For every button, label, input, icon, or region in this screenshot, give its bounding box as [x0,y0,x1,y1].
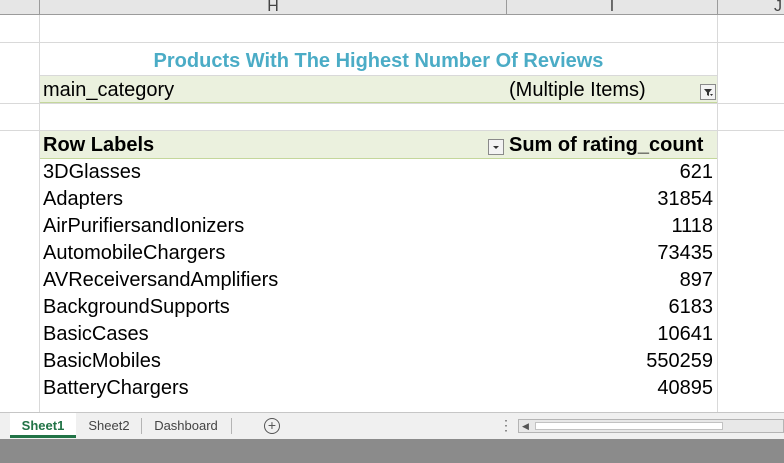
table-row-partial [40,402,717,410]
row-label: BasicMobiles [43,350,161,372]
row-label: BatteryChargers [43,377,189,399]
row-label: AutomobileChargers [43,242,226,264]
column-header-i[interactable]: I [507,0,717,15]
filter-button[interactable] [700,84,716,100]
filter-field-label: main_category [43,79,175,101]
table-row[interactable]: AirPurifiersandIonizers 1118 [40,213,717,240]
tab-sheet2[interactable]: Sheet2 [80,413,138,438]
filter-value: (Multiple Items) [509,79,646,101]
pivot-filter-row[interactable]: main_category (Multiple Items) [40,75,717,103]
sheet-tab-bar: Sheet1 Sheet2 Dashboard + ⋮ ◀ [0,412,784,439]
column-header-j[interactable]: J [718,0,784,15]
row-value: 621 [679,161,713,183]
status-bar [0,439,784,463]
row-label: BackgroundSupports [43,296,230,318]
row-label: AVReceiversandAmplifiers [43,269,279,291]
row-value: 31854 [657,188,713,210]
table-row[interactable]: Adapters 31854 [40,186,717,213]
filter-funnel-icon [704,89,713,96]
pivot-header-row: Row Labels Sum of rating_count [40,131,717,159]
horizontal-scrollbar[interactable]: ◀ [518,419,784,433]
tab-sheet1[interactable]: Sheet1 [10,413,76,438]
row-value: 73435 [657,242,713,264]
table-row[interactable]: AVReceiversandAmplifiers 897 [40,267,717,294]
column-divider [39,0,40,15]
row-value: 40895 [657,377,713,399]
row-label: BasicCases [43,323,149,345]
row-value: 1118 [671,215,713,237]
column-header-bar: H I J [0,0,784,15]
row-label: Adapters [43,188,124,210]
more-options-icon[interactable]: ⋮ [499,417,513,433]
gridline-horizontal [0,42,784,43]
row-value: 6183 [668,296,714,318]
gridline-vertical [717,15,718,412]
add-sheet-icon[interactable]: + [264,418,280,434]
row-value: 10641 [657,323,713,345]
table-row[interactable]: BasicMobiles 550259 [40,348,717,375]
chevron-down-icon [493,146,499,149]
column-header-h[interactable]: H [40,0,506,15]
scroll-left-icon[interactable]: ◀ [522,422,529,431]
table-row[interactable]: BackgroundSupports 6183 [40,294,717,321]
row-labels-header: Row Labels [43,134,155,156]
tab-divider [141,418,142,434]
pivot-title: Products With The Highest Number Of Revi… [153,50,604,72]
table-row[interactable]: BasicCases 10641 [40,321,717,348]
scrollbar-thumb[interactable] [535,422,723,430]
row-label: AirPurifiersandIonizers [43,215,245,237]
tab-divider [231,418,232,434]
row-value: 897 [679,269,713,291]
table-row[interactable]: BatteryChargers 40895 [40,375,717,402]
row-labels-dropdown-button[interactable] [488,139,504,155]
table-row[interactable]: AutomobileChargers 73435 [40,240,717,267]
gridline-horizontal [0,103,784,104]
worksheet-grid[interactable]: Products With The Highest Number Of Revi… [0,15,784,412]
tab-dashboard[interactable]: Dashboard [144,413,228,438]
value-field-header: Sum of rating_count [509,134,704,156]
row-label: 3DGlasses [43,161,141,183]
table-row[interactable]: 3DGlasses 621 [40,159,717,186]
row-value: 550259 [646,350,713,372]
